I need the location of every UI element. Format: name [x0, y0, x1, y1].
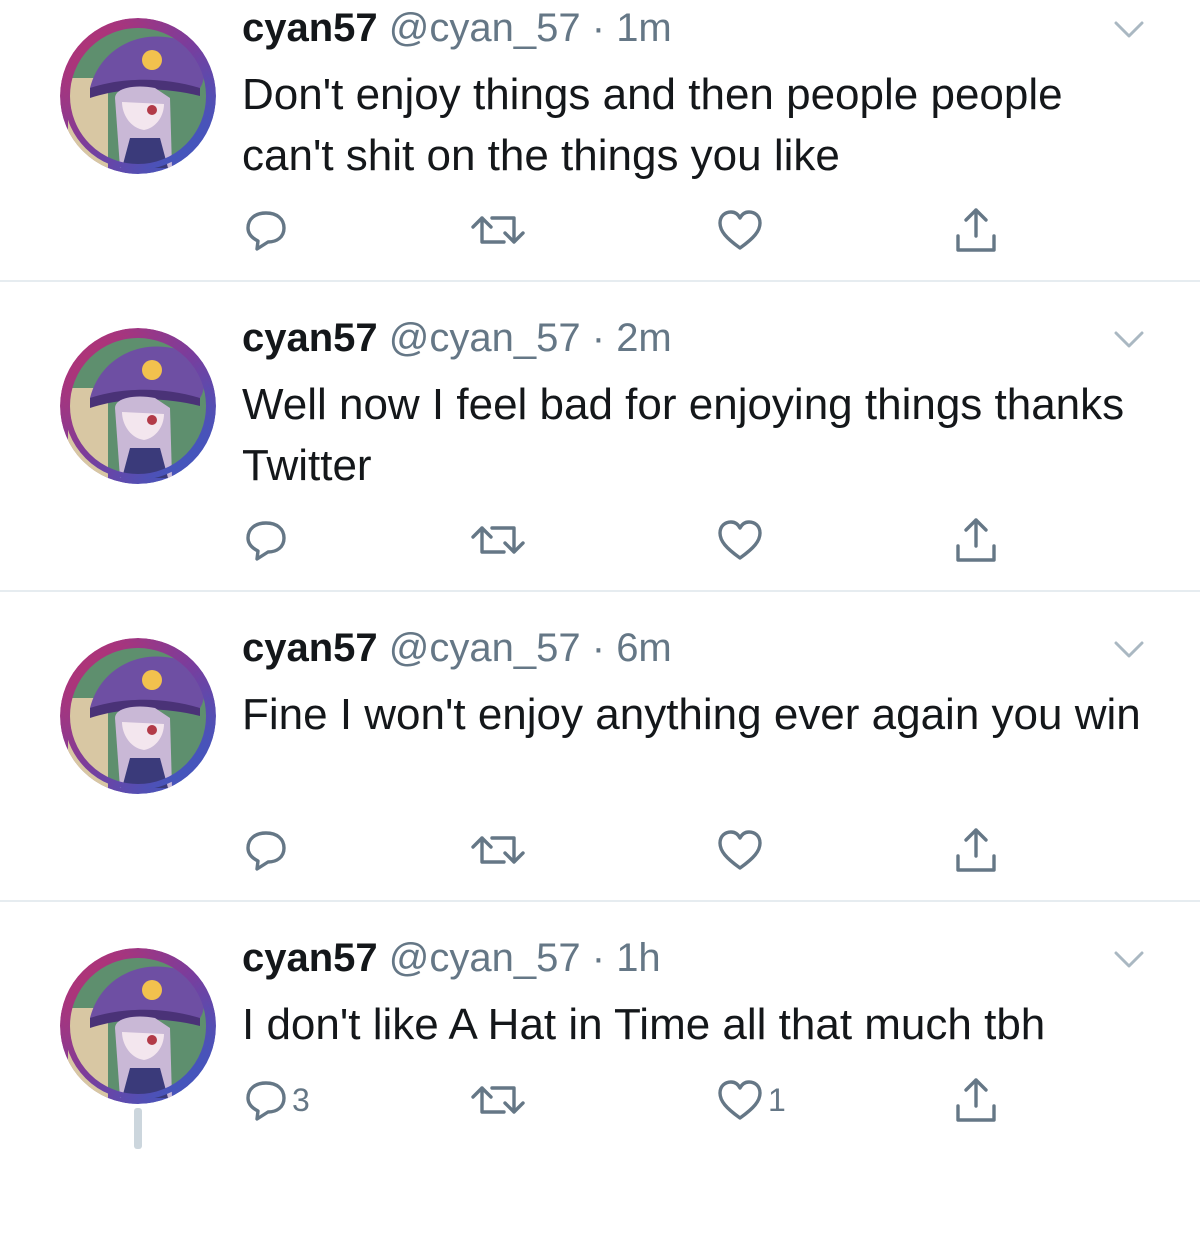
timestamp[interactable]: 1h [616, 936, 661, 980]
reply-button[interactable] [244, 514, 292, 566]
reply-button[interactable]: 3 [244, 1074, 310, 1126]
display-name[interactable]: cyan57 [242, 936, 378, 980]
avatar[interactable] [60, 948, 216, 1104]
handle[interactable]: @cyan_57 [389, 936, 581, 980]
share-icon [952, 516, 1000, 564]
chevron-down-icon[interactable] [1112, 634, 1146, 664]
like-button[interactable] [716, 514, 768, 566]
handle[interactable]: @cyan_57 [389, 6, 581, 50]
divider [0, 590, 1200, 592]
tweet-header: cyan57 @cyan_57 · 2m [242, 314, 672, 362]
reply-button[interactable] [244, 824, 292, 876]
heart-icon [716, 1078, 764, 1122]
retweet-icon [468, 208, 528, 252]
timestamp[interactable]: 6m [616, 626, 672, 670]
tweet-header: cyan57 @cyan_57 · 1h [242, 934, 661, 982]
share-button[interactable] [952, 514, 1000, 566]
thread-line [134, 1108, 142, 1149]
tweet-text: I don't like A Hat in Time all that much… [242, 1000, 1046, 1049]
tweet[interactable]: cyan57 @cyan_57 · 1m Don't enjoy things … [0, 0, 1200, 310]
like-button[interactable]: 1 [716, 1074, 786, 1126]
tweet[interactable]: cyan57 @cyan_57 · 6m Fine I won't enjoy … [0, 620, 1200, 930]
display-name[interactable]: cyan57 [242, 6, 378, 50]
timestamp[interactable]: 1m [616, 6, 672, 50]
like-count: 1 [768, 1081, 786, 1118]
avatar[interactable] [60, 328, 216, 484]
tweet-text: Don't enjoy things and then people peopl… [242, 70, 1063, 180]
reply-button[interactable] [244, 204, 292, 256]
heart-icon [716, 518, 764, 562]
reply-icon [244, 208, 288, 252]
reply-icon [244, 1078, 288, 1122]
share-button[interactable] [952, 1074, 1000, 1126]
chevron-down-icon[interactable] [1112, 944, 1146, 974]
avatar[interactable] [60, 638, 216, 794]
reply-icon [244, 518, 288, 562]
share-icon [952, 1076, 1000, 1124]
share-icon [952, 826, 1000, 874]
display-name[interactable]: cyan57 [242, 626, 378, 670]
share-button[interactable] [952, 204, 1000, 256]
retweet-button[interactable] [468, 824, 528, 876]
tweet[interactable]: cyan57 @cyan_57 · 1h I don't like A Hat … [0, 930, 1200, 1240]
tweet-header: cyan57 @cyan_57 · 6m [242, 624, 672, 672]
reply-icon [244, 828, 288, 872]
tweet-header: cyan57 @cyan_57 · 1m [242, 4, 672, 52]
heart-icon [716, 208, 764, 252]
tweet-text: Well now I feel bad for enjoying things … [242, 380, 1125, 490]
like-button[interactable] [716, 204, 768, 256]
timestamp[interactable]: 2m [616, 316, 672, 360]
dot-separator: · [580, 626, 617, 670]
divider [0, 280, 1200, 282]
handle[interactable]: @cyan_57 [389, 626, 581, 670]
retweet-button[interactable] [468, 1074, 528, 1126]
dot-separator: · [580, 936, 617, 980]
chevron-down-icon[interactable] [1112, 14, 1146, 44]
heart-icon [716, 828, 764, 872]
tweet[interactable]: cyan57 @cyan_57 · 2m Well now I feel bad… [0, 310, 1200, 620]
tweet-text: Fine I won't enjoy anything ever again y… [242, 690, 1141, 739]
like-button[interactable] [716, 824, 768, 876]
divider [0, 900, 1200, 902]
chevron-down-icon[interactable] [1112, 324, 1146, 354]
retweet-icon [468, 828, 528, 872]
reply-count: 3 [292, 1081, 310, 1118]
dot-separator: · [580, 6, 617, 50]
retweet-icon [468, 518, 528, 562]
handle[interactable]: @cyan_57 [389, 316, 581, 360]
share-button[interactable] [952, 824, 1000, 876]
avatar[interactable] [60, 18, 216, 174]
dot-separator: · [580, 316, 617, 360]
retweet-button[interactable] [468, 514, 528, 566]
share-icon [952, 206, 1000, 254]
retweet-icon [468, 1078, 528, 1122]
retweet-button[interactable] [468, 204, 528, 256]
display-name[interactable]: cyan57 [242, 316, 378, 360]
